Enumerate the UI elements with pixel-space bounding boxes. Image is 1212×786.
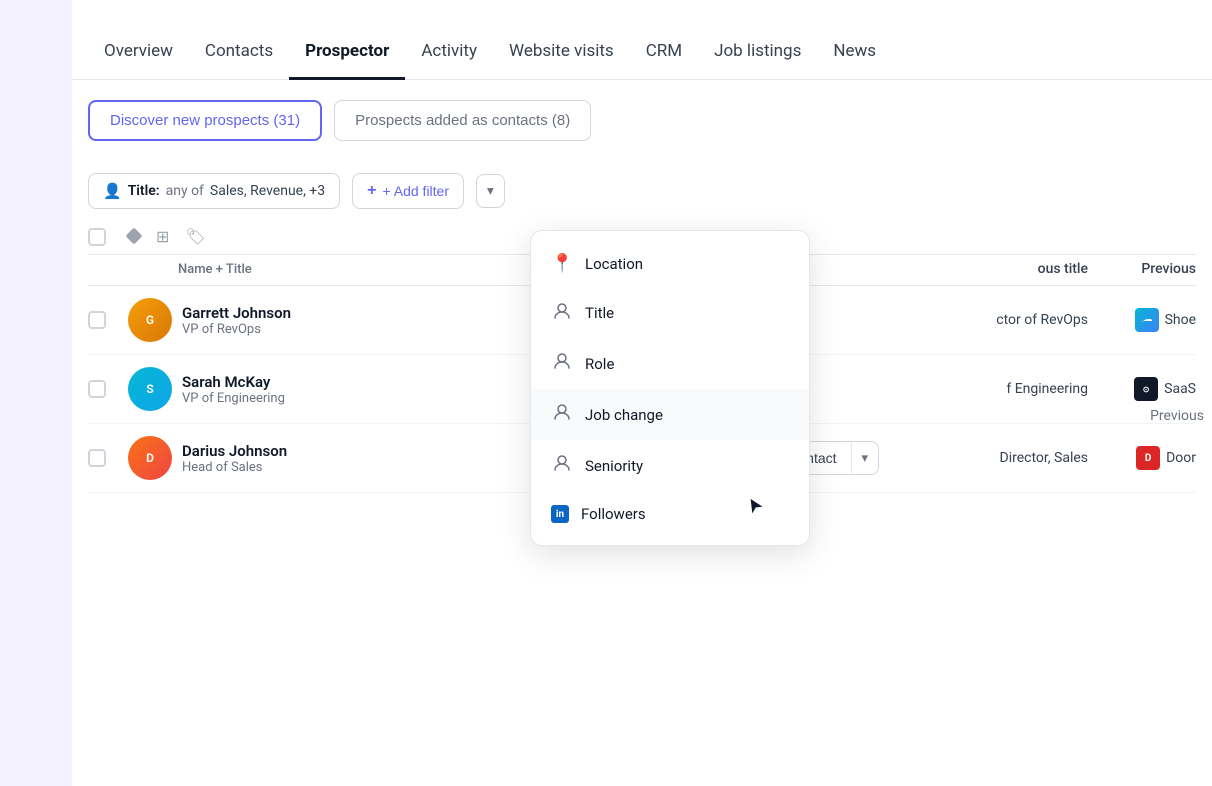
add-filter-button[interactable]: + + Add filter: [352, 173, 464, 209]
discover-btn[interactable]: Discover new prospects (31): [88, 100, 322, 141]
tab-overview[interactable]: Overview: [88, 41, 189, 80]
dropdown-item-label: Location: [585, 255, 643, 273]
chevron-down-icon: ▾: [487, 183, 494, 198]
avatar: D: [128, 436, 172, 480]
dropdown-item-job-change[interactable]: Job change: [531, 389, 809, 440]
tab-prospector[interactable]: Prospector: [289, 41, 405, 80]
filter-operator: any of: [166, 183, 204, 199]
person-info: Garrett Johnson VP of RevOps: [182, 304, 291, 337]
added-btn[interactable]: Prospects added as contacts (8): [334, 100, 591, 141]
tab-website-visits[interactable]: Website visits: [493, 41, 630, 80]
select-all-checkbox[interactable]: [88, 228, 106, 246]
linkedin-icon: in: [551, 505, 569, 523]
dropdown-item-label: Title: [585, 304, 614, 322]
prev-title: f Engineering: [852, 381, 1088, 397]
dropdown-item-location[interactable]: 📍 Location: [531, 239, 809, 288]
company-name: Door: [1166, 450, 1196, 466]
prev-title: Director, Sales: [899, 450, 1088, 466]
previous-col-header: Previous: [1096, 261, 1196, 277]
person-name: Darius Johnson: [182, 442, 287, 460]
tab-crm[interactable]: CRM: [630, 41, 698, 80]
dropdown-item-role[interactable]: Role: [531, 338, 809, 389]
header-icons: ⊞ 🏷: [128, 227, 206, 246]
prev-title-col-header: ous title: [928, 261, 1088, 277]
company-logo: [1135, 308, 1159, 332]
person-icon: [551, 454, 573, 477]
tab-contacts[interactable]: Contacts: [189, 41, 289, 80]
tab-buttons: Discover new prospects (31) Prospects ad…: [72, 80, 1212, 161]
filter-dropdown-toggle[interactable]: ▾: [476, 174, 505, 208]
diamond-header-icon: [128, 227, 140, 246]
person-icon: 👤: [103, 182, 122, 200]
filter-values: Sales, Revenue, +3: [210, 183, 325, 199]
person-name: Garrett Johnson: [182, 304, 291, 322]
grid-plus-icon[interactable]: ⊞: [156, 227, 169, 246]
person-info: Sarah McKay VP of Engineering: [182, 373, 285, 406]
add-contact-split-button[interactable]: ▾: [851, 441, 880, 475]
company-logo: ⊙: [1134, 377, 1158, 401]
row2-checkbox[interactable]: [88, 380, 106, 398]
dropdown-item-title[interactable]: Title: [531, 288, 809, 338]
dropdown-item-label: Job change: [585, 406, 663, 424]
tab-news[interactable]: News: [817, 41, 892, 80]
person-info: Darius Johnson Head of Sales: [182, 442, 287, 475]
prev-title: ctor of RevOps: [852, 312, 1088, 328]
nav-tabs: Overview Contacts Prospector Activity We…: [72, 0, 1212, 80]
filter-label: Title:: [128, 183, 160, 199]
dropdown-item-label: Followers: [581, 505, 646, 523]
person-title: Head of Sales: [182, 460, 287, 475]
tab-job-listings[interactable]: Job listings: [698, 41, 817, 80]
add-filter-dropdown-menu: 📍 Location Title Role: [530, 230, 810, 546]
person-title: VP of Engineering: [182, 391, 285, 406]
avatar: G: [128, 298, 172, 342]
person-name: Sarah McKay: [182, 373, 285, 391]
dropdown-item-seniority[interactable]: Seniority: [531, 440, 809, 491]
title-filter[interactable]: 👤 Title: any of Sales, Revenue, +3: [88, 173, 340, 209]
row1-checkbox[interactable]: [88, 311, 106, 329]
dropdown-item-followers[interactable]: in Followers: [531, 491, 809, 537]
person-icon: [551, 403, 573, 426]
dropdown-item-label: Role: [585, 355, 614, 373]
add-filter-label: + Add filter: [382, 183, 449, 199]
filter-bar: 👤 Title: any of Sales, Revenue, +3 + + A…: [72, 161, 1212, 217]
tag-icon[interactable]: 🏷: [185, 227, 205, 246]
person-icon: [551, 352, 573, 375]
company-name: Shoe: [1165, 312, 1196, 328]
previous-label: Previous: [1142, 400, 1212, 432]
plus-icon: +: [367, 182, 376, 200]
tab-activity[interactable]: Activity: [405, 41, 493, 80]
chevron-down-icon: ▾: [862, 450, 869, 465]
prev-company: Shoe: [1096, 308, 1196, 332]
company-name: SaaS: [1164, 381, 1196, 397]
avatar: S: [128, 367, 172, 411]
row3-checkbox[interactable]: [88, 449, 106, 467]
prev-company: D Door: [1096, 446, 1196, 470]
dropdown-item-label: Seniority: [585, 457, 643, 475]
sidebar-accent: [0, 0, 72, 786]
person-title: VP of RevOps: [182, 322, 291, 337]
location-icon: 📍: [551, 253, 573, 274]
prev-company: ⊙ SaaS: [1096, 377, 1196, 401]
company-logo: D: [1136, 446, 1160, 470]
person-icon: [551, 302, 573, 324]
